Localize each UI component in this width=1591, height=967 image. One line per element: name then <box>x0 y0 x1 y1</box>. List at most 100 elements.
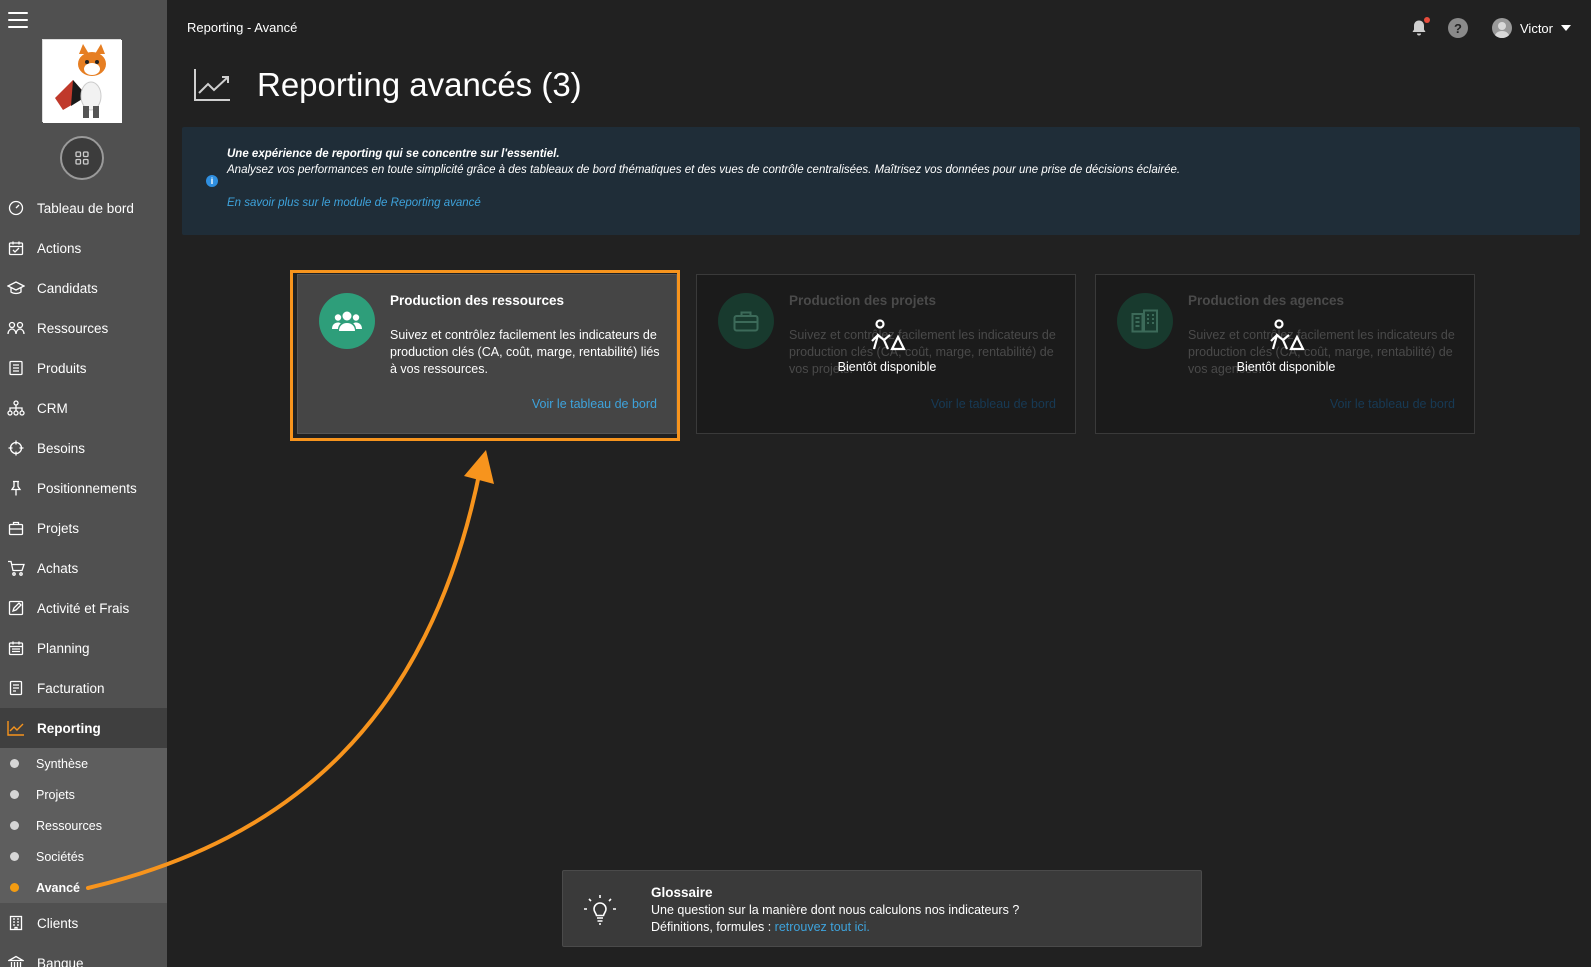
sidebar-item-label: Positionnements <box>37 480 137 496</box>
help-icon[interactable]: ? <box>1448 18 1468 38</box>
breadcrumb: Reporting - Avancé <box>187 20 298 35</box>
sub-item-projets[interactable]: Projets <box>0 779 167 810</box>
sidebar-nav: Tableau de bord Actions Candidats Ressou… <box>0 188 167 967</box>
dashboard-icon <box>7 199 25 217</box>
sidebar-item-label: CRM <box>37 400 68 416</box>
card-title: Production des agences <box>1188 293 1345 308</box>
grid-icon <box>75 151 89 165</box>
sidebar-item-label: Reporting <box>37 720 101 736</box>
sidebar-item-label: Produits <box>37 360 87 376</box>
sidebar-item-besoins[interactable]: Besoins <box>0 428 167 468</box>
card-production-ressources[interactable]: Production des ressources Suivez et cont… <box>297 274 677 434</box>
reporting-submenu: Synthèse Projets Ressources Sociétés Ava… <box>0 748 167 903</box>
sidebar-item-reporting[interactable]: Reporting <box>0 708 167 748</box>
lightbulb-icon <box>584 895 616 925</box>
sitemap-icon <box>7 399 25 417</box>
sidebar-item-label: Planning <box>37 640 90 656</box>
user-menu[interactable]: Victor <box>1492 18 1571 38</box>
learn-more-link[interactable]: En savoir plus sur le module de Reportin… <box>227 197 481 209</box>
crosshair-icon <box>7 439 25 457</box>
sidebar-item-tableau-de-bord[interactable]: Tableau de bord <box>0 188 167 228</box>
cart-icon <box>7 559 25 577</box>
sidebar-item-facturation[interactable]: Facturation <box>0 668 167 708</box>
notification-badge <box>1424 17 1430 23</box>
invoice-icon <box>7 679 25 697</box>
sidebar-item-crm[interactable]: CRM <box>0 388 167 428</box>
view-dashboard-link: Voir le tableau de bord <box>1329 397 1455 411</box>
page-title: Reporting avancés (3) <box>257 66 582 103</box>
card-title: Production des ressources <box>390 293 565 308</box>
sidebar-item-planning[interactable]: Planning <box>0 628 167 668</box>
trend-chart-icon <box>194 69 230 101</box>
calendar-icon <box>7 639 25 657</box>
topbar-actions: ? Victor <box>1406 15 1571 41</box>
user-name: Victor <box>1520 20 1553 36</box>
glossary-definitions: Définitions, formules : retrouvez tout i… <box>651 920 870 934</box>
sub-item-avance[interactable]: Avancé <box>0 872 167 903</box>
calendar-check-icon <box>7 239 25 257</box>
sidebar-item-candidats[interactable]: Candidats <box>0 268 167 308</box>
construction-worker-icon <box>871 319 906 351</box>
sidebar-item-label: Candidats <box>37 280 98 296</box>
sidebar-item-label: Achats <box>37 560 79 576</box>
sub-item-label: Avancé <box>36 880 81 895</box>
coming-soon-overlay: Bientôt disponible <box>697 319 1077 374</box>
sidebar-item-ressources[interactable]: Ressources <box>0 308 167 348</box>
edit-icon <box>7 599 25 617</box>
sidebar-item-produits[interactable]: Produits <box>0 348 167 388</box>
bullet-icon <box>10 821 19 830</box>
glossary-link[interactable]: retrouvez tout ici. <box>775 920 870 934</box>
sub-item-societes[interactable]: Sociétés <box>0 841 167 872</box>
sidebar-item-label: Banque <box>37 955 84 967</box>
building-icon <box>7 914 25 932</box>
view-dashboard-link[interactable]: Voir le tableau de bord <box>532 397 657 411</box>
sidebar-item-positionnements[interactable]: Positionnements <box>0 468 167 508</box>
sidebar-item-label: Activité et Frais <box>37 600 130 616</box>
bank-icon <box>7 954 25 967</box>
sub-item-synthese[interactable]: Synthèse <box>0 748 167 779</box>
glossary-question: Une question sur la manière dont nous ca… <box>651 903 1020 917</box>
sidebar-item-label: Actions <box>37 240 82 256</box>
menu-icon[interactable] <box>8 12 28 30</box>
company-logo <box>42 39 122 123</box>
bullet-icon <box>10 852 19 861</box>
sidebar-item-label: Facturation <box>37 680 105 696</box>
coming-soon-label: Bientôt disponible <box>1236 360 1336 374</box>
sidebar-item-banque[interactable]: Banque <box>0 943 167 967</box>
glossary-panel: Glossaire Une question sur la manière do… <box>562 870 1202 947</box>
chart-line-icon <box>7 719 25 737</box>
pin-icon <box>7 479 25 497</box>
sidebar-item-label: Tableau de bord <box>37 200 134 216</box>
card-production-projets: Production des projets Suivez et contrôl… <box>696 274 1076 434</box>
users-icon <box>319 293 375 349</box>
sidebar: Tableau de bord Actions Candidats Ressou… <box>0 0 167 967</box>
info-banner: i Une expérience de reporting qui se con… <box>182 127 1580 235</box>
bullet-icon <box>10 790 19 799</box>
notifications-button[interactable] <box>1406 15 1432 41</box>
glossary-definitions-prefix: Définitions, formules : <box>651 920 775 934</box>
card-description: Suivez et contrôlez facilement les indic… <box>390 328 660 376</box>
sidebar-item-label: Besoins <box>37 440 86 456</box>
sub-item-ressources[interactable]: Ressources <box>0 810 167 841</box>
info-icon: i <box>206 175 218 187</box>
graduation-cap-icon <box>7 279 25 297</box>
coming-soon-label: Bientôt disponible <box>837 360 937 374</box>
info-headline: Une expérience de reporting qui se conce… <box>227 148 560 160</box>
briefcase-icon <box>7 519 25 537</box>
card-title: Production des projets <box>789 293 937 308</box>
sidebar-item-projets[interactable]: Projets <box>0 508 167 548</box>
sub-item-label: Ressources <box>36 818 102 833</box>
sidebar-item-achats[interactable]: Achats <box>0 548 167 588</box>
card-production-agences: Production des agences Suivez et contrôl… <box>1095 274 1475 434</box>
apps-button[interactable] <box>60 136 104 180</box>
bullet-icon <box>10 759 19 768</box>
view-dashboard-link: Voir le tableau de bord <box>930 397 1056 411</box>
list-icon <box>7 359 25 377</box>
sidebar-item-clients[interactable]: Clients <box>0 903 167 943</box>
construction-worker-icon <box>1270 319 1305 351</box>
coming-soon-overlay: Bientôt disponible <box>1096 319 1476 374</box>
page-header: Reporting avancés (3) <box>193 66 582 104</box>
sidebar-item-actions[interactable]: Actions <box>0 228 167 268</box>
sidebar-item-activite-et-frais[interactable]: Activité et Frais <box>0 588 167 628</box>
sub-item-label: Synthèse <box>36 756 89 771</box>
